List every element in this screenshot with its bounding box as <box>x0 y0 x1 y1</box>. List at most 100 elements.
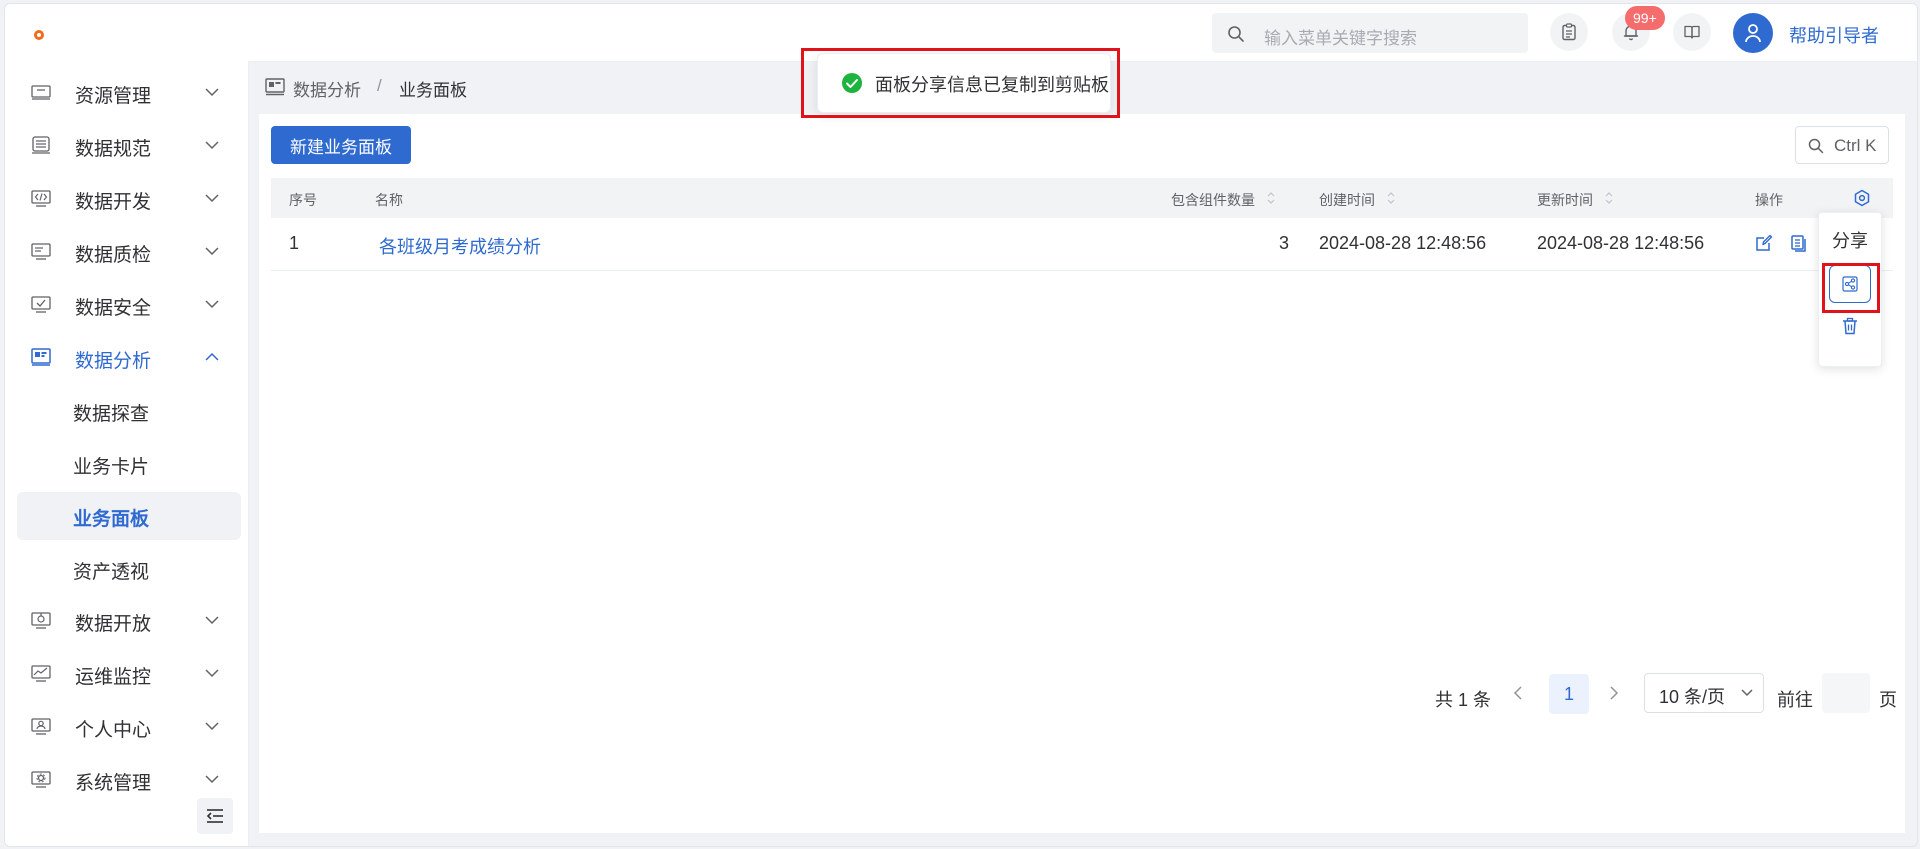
avatar[interactable] <box>1733 13 1773 53</box>
goto-label: 前往 <box>1777 690 1813 710</box>
chart-board-icon <box>265 78 285 96</box>
sidebar-item-open[interactable]: 数据开放 <box>17 597 241 645</box>
clipboard-list-icon <box>1562 23 1576 41</box>
shortcut-label: Ctrl K <box>1834 136 1877 155</box>
sidebar-subitem-panel[interactable]: 业务面板 <box>17 492 241 540</box>
database-icon <box>32 136 50 154</box>
book-icon <box>1684 25 1700 39</box>
edit-icon[interactable] <box>1755 234 1773 252</box>
column-header-index: 序号 <box>289 192 317 208</box>
chevron-down-icon <box>205 88 219 97</box>
settings-icon <box>31 771 51 788</box>
sort-icon[interactable] <box>1387 189 1395 207</box>
page-size-select[interactable]: 10 条/页 <box>1644 673 1764 713</box>
cell-created: 2024-08-28 12:48:56 <box>1319 233 1487 253</box>
sidebar-subitem-label: 业务面板 <box>73 509 150 530</box>
chevron-down-icon <box>205 775 219 784</box>
chevron-down-icon <box>1741 689 1753 697</box>
chevron-down-icon <box>205 300 219 309</box>
docs-button[interactable] <box>1673 13 1711 51</box>
pagination-total: 共 1 条 <box>1435 690 1492 710</box>
app-window: 输入菜单关键字搜索 99+ 帮助引导者 资源管理 数据规范 数据开发 数据质检 … <box>4 3 1918 847</box>
sidebar-item-label: 数据质检 <box>75 245 152 266</box>
table-header: 序号 名称 包含组件数量 创建时间 更新时间 操作 <box>271 178 1893 218</box>
chevron-down-icon <box>205 247 219 256</box>
chevron-right-icon[interactable] <box>1609 686 1619 700</box>
breadcrumb-parent[interactable]: 数据分析 <box>293 76 361 101</box>
sidebar-item-label: 数据开发 <box>75 192 152 213</box>
chevron-up-icon <box>205 352 219 361</box>
task-list-button[interactable] <box>1550 13 1588 51</box>
table-row: 1 各班级月考成绩分析 3 2024-08-28 12:48:56 2024-0… <box>271 218 1893 271</box>
username[interactable]: 帮助引导者 <box>1789 22 1879 48</box>
search-icon <box>1808 138 1824 154</box>
sidebar-item-label: 资源管理 <box>75 86 152 107</box>
new-panel-button[interactable]: 新建业务面板 <box>271 126 411 164</box>
sidebar-item-standard[interactable]: 数据规范 <box>17 122 241 170</box>
goto-unit: 页 <box>1879 690 1897 710</box>
quick-search-button[interactable]: Ctrl K <box>1795 126 1889 164</box>
sidebar-item-monitor[interactable]: 运维监控 <box>17 650 241 698</box>
popover-title: 分享 <box>1832 231 1868 251</box>
user-icon <box>1745 24 1761 43</box>
sidebar-item-quality[interactable]: 数据质检 <box>17 228 241 276</box>
chevron-down-icon <box>205 722 219 731</box>
sidebar-item-analysis[interactable]: 数据分析 <box>17 334 241 382</box>
sidebar-item-label: 个人中心 <box>75 720 152 741</box>
search-placeholder: 输入菜单关键字搜索 <box>1264 29 1417 48</box>
sidebar-item-label: 系统管理 <box>75 773 152 794</box>
sidebar-item-security[interactable]: 数据安全 <box>17 281 241 329</box>
sidebar-item-label: 数据规范 <box>75 139 152 160</box>
sidebar-subitem-label: 业务卡片 <box>73 457 150 478</box>
sidebar-subitem-label: 数据探查 <box>73 404 150 425</box>
sidebar-subitem-explore[interactable]: 数据探查 <box>17 387 241 435</box>
column-header-components[interactable]: 包含组件数量 <box>1171 190 1255 210</box>
chevron-down-icon <box>205 669 219 678</box>
breadcrumb-current: 业务面板 <box>399 81 467 100</box>
sidebar-item-system[interactable]: 系统管理 <box>17 756 241 804</box>
collapse-sidebar-button[interactable] <box>197 798 233 834</box>
cell-name-link[interactable]: 各班级月考成绩分析 <box>379 233 541 259</box>
chevron-down-icon <box>205 141 219 150</box>
sidebar-subitem-label: 资产透视 <box>73 562 150 583</box>
menu-search[interactable]: 输入菜单关键字搜索 <box>1212 13 1528 53</box>
sidebar-item-resource[interactable]: 资源管理 <box>17 69 241 117</box>
sidebar-item-label: 数据开放 <box>75 614 152 635</box>
code-icon <box>31 190 51 207</box>
sidebar-item-label: 运维监控 <box>75 667 152 688</box>
inspect-icon <box>31 243 51 260</box>
user-card-icon <box>31 718 51 735</box>
goto-page-input[interactable] <box>1822 673 1870 713</box>
breadcrumb-separator: / <box>377 76 382 95</box>
cell-index: 1 <box>289 233 300 253</box>
monitor-line-icon <box>31 665 51 682</box>
sort-icon[interactable] <box>1605 189 1613 207</box>
app-logo[interactable] <box>34 30 44 40</box>
sidebar-subitem-asset[interactable]: 资产透视 <box>17 545 241 593</box>
chevron-down-icon <box>205 616 219 625</box>
collapse-menu-icon <box>206 809 223 823</box>
column-header-name: 名称 <box>375 192 403 208</box>
column-header-created[interactable]: 创建时间 <box>1319 190 1375 210</box>
page-size-value: 10 条/页 <box>1659 687 1726 707</box>
chevron-down-icon <box>205 194 219 203</box>
column-header-updated[interactable]: 更新时间 <box>1537 190 1593 210</box>
pagination-page[interactable]: 1 <box>1549 674 1589 714</box>
chart-board-icon <box>31 348 51 366</box>
cell-updated: 2024-08-28 12:48:56 <box>1537 233 1705 253</box>
notification-badge: 99+ <box>1625 6 1665 30</box>
main-panel: 新建业务面板 Ctrl K 序号 名称 包含组件数量 创建时间 更新时间 操作 … <box>259 114 1905 833</box>
server-icon <box>31 85 51 100</box>
shield-check-icon <box>31 296 51 313</box>
copy-icon[interactable] <box>1790 234 1808 252</box>
sidebar-subitem-card[interactable]: 业务卡片 <box>17 440 241 488</box>
sort-icon[interactable] <box>1267 189 1275 207</box>
chevron-left-icon[interactable] <box>1513 686 1523 700</box>
sidebar-item-label: 数据安全 <box>75 298 152 319</box>
column-settings-icon[interactable] <box>1853 189 1871 207</box>
sidebar-item-develop[interactable]: 数据开发 <box>17 175 241 223</box>
trash-icon[interactable] <box>1841 317 1859 335</box>
sidebar-item-personal[interactable]: 个人中心 <box>17 703 241 751</box>
search-icon <box>1228 26 1244 42</box>
column-header-actions: 操作 <box>1755 192 1783 208</box>
